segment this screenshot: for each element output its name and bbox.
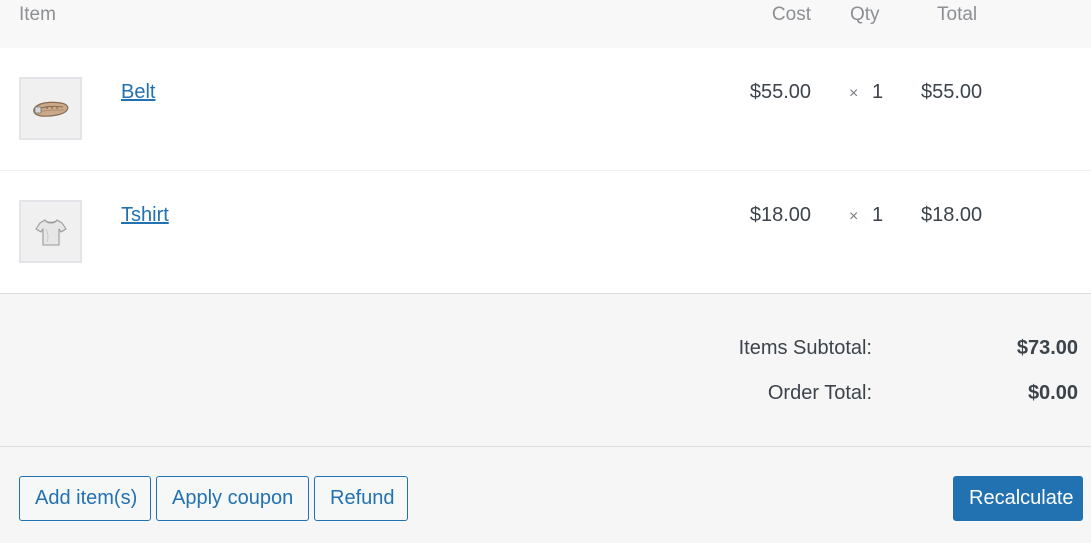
item-cost: $55.00 [749,81,811,103]
column-header-item: Item [19,4,56,25]
item-total: $18.00 [921,204,983,226]
order-actions-bar: Add item(s) Apply coupon Refund Recalcul… [0,447,1091,543]
times-symbol: × [849,85,859,102]
order-totals: Items Subtotal: $73.00 Order Total: $0.0… [0,294,1091,447]
product-link-belt[interactable]: Belt [121,81,155,104]
product-thumbnail [19,200,82,263]
apply-coupon-button[interactable]: Apply coupon [156,476,309,521]
items-subtotal-value: $73.00 [1016,337,1078,359]
line-item-row: Tshirt $18.00 × 1 $18.00 [0,171,1091,294]
refund-button[interactable]: Refund [314,476,408,521]
order-items-list: Belt $55.00 × 1 $55.00 Tshirt $18.00 × 1… [0,48,1091,294]
tshirt-icon [34,215,68,249]
times-symbol: × [849,208,859,225]
item-total: $55.00 [921,81,983,103]
order-total-value: $0.00 [1027,382,1078,404]
column-header-total: Total [937,4,978,25]
item-cost: $18.00 [749,204,811,226]
product-link-tshirt[interactable]: Tshirt [121,204,169,227]
line-item-row: Belt $55.00 × 1 $55.00 [0,48,1091,171]
items-subtotal-label: Items Subtotal: [738,337,872,359]
recalculate-button[interactable]: Recalculate [953,476,1083,521]
items-table-header: Item Cost Qty Total [0,0,1091,48]
belt-icon [31,96,71,122]
add-items-button[interactable]: Add item(s) [19,476,151,521]
item-qty: 1 [872,81,884,103]
order-total-label: Order Total: [767,382,872,404]
item-qty: 1 [872,204,884,226]
product-thumbnail [19,77,82,140]
column-header-cost: Cost [771,4,811,25]
column-header-qty: Qty [850,4,880,25]
